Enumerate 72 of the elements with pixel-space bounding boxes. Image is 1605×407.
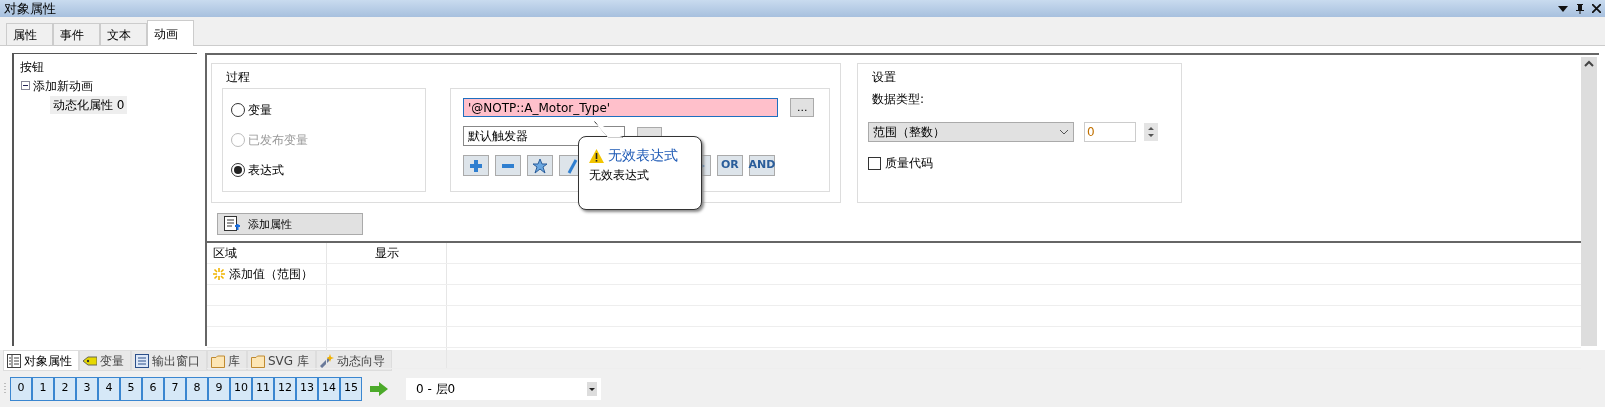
window-title: 对象属性 [4, 0, 56, 18]
expression-field[interactable]: '@NOTP::A_Motor_Type' [462, 98, 778, 117]
add-list-icon [224, 216, 240, 232]
layer-button[interactable]: 13 [296, 376, 318, 401]
browse-button[interactable]: ... [789, 98, 815, 117]
panel-tab[interactable]: 库 [207, 350, 247, 371]
warning-icon [589, 148, 604, 163]
checkbox[interactable] [868, 156, 881, 170]
layer-button[interactable]: 4 [98, 376, 120, 401]
properties-icon [7, 353, 21, 368]
tooltip-title: 无效表达式 [608, 146, 678, 165]
panel-tab[interactable]: 对象属性 [3, 350, 79, 371]
data-type-dropdown[interactable]: 范围（整数） [868, 122, 1074, 142]
panel-tab[interactable]: SVG 库 [247, 350, 316, 371]
layer-dropdown[interactable]: 0 - 层0 [406, 377, 601, 400]
layer-button[interactable]: 3 [76, 376, 98, 401]
operator-button[interactable]: AND [748, 155, 775, 176]
layer-button[interactable]: 6 [142, 376, 164, 401]
tab[interactable]: 动画 [147, 20, 194, 46]
tab[interactable]: 文本 [100, 23, 147, 45]
multiply-button[interactable] [526, 155, 553, 176]
layer-button[interactable]: 14 [318, 376, 340, 401]
layer-button[interactable]: 12 [274, 376, 296, 401]
wand-icon [319, 353, 334, 368]
minus-button[interactable] [494, 155, 521, 176]
radio-label: 已发布变量 [248, 132, 308, 149]
layer-button[interactable]: 9 [208, 376, 230, 401]
layer-button[interactable]: 0 [10, 376, 32, 401]
table-cell[interactable]: 添加值（范围） [229, 265, 313, 283]
tab[interactable]: 属性 [6, 23, 53, 45]
arrow-right-icon[interactable] [370, 381, 388, 396]
radio-label: 变量 [248, 102, 272, 119]
minus-icon [501, 163, 514, 168]
folder-icon [251, 353, 265, 368]
tag-icon [83, 353, 97, 368]
star-icon [531, 157, 548, 174]
panel-tab[interactable]: 输出窗口 [131, 350, 207, 371]
plus-button[interactable] [462, 155, 489, 176]
checkbox-label: 质量代码 [885, 155, 933, 172]
layer-button[interactable]: 1 [32, 376, 54, 401]
close-icon[interactable] [1592, 4, 1601, 13]
value-field[interactable]: 0 [1084, 122, 1136, 142]
add-property-button[interactable]: 添加属性 [217, 213, 363, 235]
radio-label: 表达式 [248, 162, 284, 179]
dropdown-icon[interactable] [1558, 5, 1568, 12]
pin-icon[interactable] [1576, 3, 1584, 14]
tree-item[interactable]: 添加新动画 [33, 76, 93, 95]
field-label: 数据类型: [872, 91, 926, 108]
list-window-icon [135, 353, 149, 368]
operator-button[interactable]: OR [716, 155, 743, 176]
radio-button[interactable] [231, 163, 245, 177]
radio-button[interactable] [231, 103, 245, 117]
layer-button[interactable]: 7 [164, 376, 186, 401]
tab[interactable]: 事件 [53, 23, 100, 45]
plus-icon [467, 157, 484, 174]
sparkle-icon [213, 268, 225, 280]
panel-tab[interactable]: 变量 [79, 350, 131, 371]
folder-icon [211, 353, 225, 368]
tooltip-message: 无效表达式 [589, 167, 650, 184]
layer-button[interactable]: 8 [186, 376, 208, 401]
layer-button[interactable]: 11 [252, 376, 274, 401]
column-header: 区域 [207, 243, 327, 263]
chevron-down-icon [1059, 129, 1069, 135]
layer-button[interactable]: 5 [120, 376, 142, 401]
layer-button[interactable]: 10 [230, 376, 252, 401]
column-header: 显示 [327, 243, 447, 263]
tree-item[interactable]: 动态化属性 0 [50, 95, 128, 114]
spin-icon[interactable] [1144, 123, 1158, 141]
tree-item[interactable]: 按钮 [20, 57, 191, 76]
expander-icon[interactable] [21, 81, 30, 90]
layer-button[interactable]: 2 [54, 376, 76, 401]
layer-button[interactable]: 15 [340, 376, 362, 401]
